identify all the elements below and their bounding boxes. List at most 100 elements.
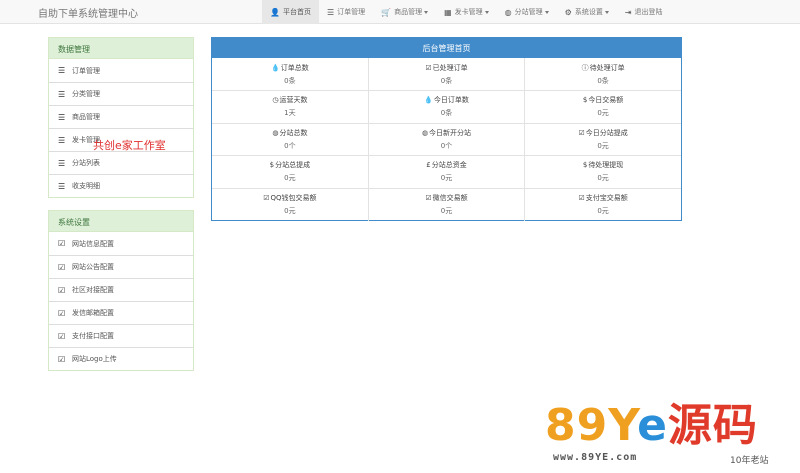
stat-label: 💧今日订单数: [369, 95, 524, 105]
check-icon: ☑: [578, 194, 585, 202]
dollar-icon: $: [582, 161, 588, 170]
list-icon: ☰: [58, 66, 66, 75]
stat-value: 0元: [597, 109, 609, 118]
stat-cell: ☑已处理订单 0条: [368, 58, 526, 91]
stat-label-text: 订单总数: [280, 63, 309, 72]
list-item[interactable]: ☑ 网站Logo上传: [49, 347, 193, 370]
checkbox-icon: ☑: [58, 354, 66, 364]
dashboard-title: 后台管理首页: [212, 38, 681, 58]
list-icon: ☰: [58, 158, 66, 168]
stat-label: $分站总提成: [212, 160, 368, 170]
stat-label-text: 分站总提成: [275, 161, 311, 170]
stat-value: 0元: [440, 174, 453, 183]
nav-item-label: 分站管理: [514, 8, 543, 16]
gear-icon: ⚙: [564, 7, 572, 17]
stat-value: 0条: [284, 76, 296, 85]
list-item[interactable]: ☑ 支付接口配置: [49, 324, 193, 347]
stat-label-text: 待处理订单: [589, 63, 625, 72]
list-item-label: 分站列表: [72, 159, 100, 167]
stat-label: ☑今日分站提成: [525, 128, 681, 138]
stat-label: ☑支付宝交易额: [525, 193, 681, 203]
data-management-panel: 数据管理 ☰ 订单管理 ☰ 分类管理 ☰ 商品管理 ☰ 发卡管理 ☰ 分站列表 ☰ 收支明细: [48, 37, 194, 198]
stat-value: 0元: [284, 207, 296, 215]
stat-value: 0元: [440, 207, 453, 215]
stat-cell: $今日交易额 0元: [524, 90, 681, 124]
stat-label-text: 今日分站提成: [585, 128, 628, 137]
stat-label-text: 今日订单数: [433, 96, 469, 105]
overlay-watermark-text: 共创e家工作室: [93, 139, 166, 152]
list-item-label: 商品管理: [72, 113, 100, 121]
stat-value: 1天: [284, 109, 296, 118]
brand-title[interactable]: 自助下单系统管理中心: [38, 5, 138, 20]
system-settings-panel: 系统设置 ☑ 网站信息配置 ☑ 网站公告配置 ☑ 社区对接配置 ☑ 发信邮箱配置 ☑ 支付接口配置…: [48, 210, 194, 371]
check-icon: ☑: [425, 63, 432, 72]
check-icon: ☑: [263, 194, 270, 202]
stat-label-text: 已处理订单: [432, 63, 468, 72]
stat-label-text: 今日新开分站: [429, 128, 472, 137]
stat-cell: ☑支付宝交易额 0元: [525, 188, 681, 221]
nav-item-3[interactable]: ▦ 发卡管理: [436, 0, 497, 24]
list-item[interactable]: ☰ 订单管理: [49, 59, 193, 82]
stat-cell: 💧今日订单数 0条: [368, 90, 526, 124]
nav-item-label: 退出登陆: [634, 8, 663, 16]
list-item[interactable]: ☑ 社区对接配置: [49, 278, 193, 301]
watermark-tag: 10年老站: [730, 456, 769, 466]
list-item[interactable]: ☰ 收支明细: [49, 174, 193, 197]
nav-item-label: 平台首页: [282, 8, 311, 16]
nav-item-6[interactable]: ⇥ 退出登陆: [617, 0, 671, 24]
table-row: ☑QQ钱包交易额 0元 ☑微信交易额 0元 ☑支付宝交易额 0元: [212, 188, 681, 221]
list-icon: ☰: [58, 89, 66, 99]
stat-cell: £分站总资金 0元: [368, 155, 526, 189]
nav-item-label: 订单管理: [337, 8, 366, 16]
stat-label: ◍分站总数: [212, 128, 368, 138]
user-icon: 👤: [270, 7, 280, 17]
list-item[interactable]: ☰ 商品管理: [49, 105, 193, 128]
stat-value: 0条: [597, 76, 609, 85]
stat-label: $待处理提现: [525, 160, 681, 170]
list-item-label: 网站Logo上传: [72, 355, 117, 363]
list-item[interactable]: ☑ 发信邮箱配置: [49, 301, 193, 324]
stat-label-text: 分站总资金: [431, 161, 467, 170]
check-icon: ☑: [425, 194, 432, 202]
stat-value: 0条: [440, 76, 453, 85]
stat-value: 0条: [440, 109, 453, 118]
stat-label-text: 微信交易额: [432, 194, 468, 202]
stat-cell: ◍分站总数 0个: [212, 123, 369, 156]
list-item[interactable]: ☰ 分站列表: [49, 151, 193, 174]
info-icon: ⓘ: [581, 63, 589, 72]
dollar-icon: $: [582, 96, 588, 105]
list-item[interactable]: ☰ 分类管理: [49, 82, 193, 105]
nav-item-0[interactable]: 👤 平台首页: [262, 0, 319, 24]
list-item[interactable]: ☑ 网站公告配置: [49, 255, 193, 278]
stat-label: £分站总资金: [369, 160, 524, 170]
list-item-label: 支付接口配置: [72, 332, 114, 340]
list-item[interactable]: ☑ 网站信息配置: [49, 232, 193, 255]
list-item-label: 网站公告配置: [72, 263, 114, 271]
stat-value: 0元: [284, 174, 296, 183]
nav-item-5[interactable]: ⚙ 系统设置: [557, 0, 617, 24]
pound-icon: £: [426, 161, 431, 170]
list-icon: ☰: [58, 112, 66, 122]
checkbox-icon: ☑: [58, 239, 66, 248]
grid-icon: ▦: [444, 7, 452, 17]
top-navbar: 自助下单系统管理中心 👤 平台首页 ☰ 订单管理 🛒 商品管理 ▦ 发卡管理 ◍ 分站管理 ⚙ 系统设…: [0, 0, 800, 24]
globe-icon: ◍: [504, 7, 512, 17]
stats-table: 💧订单总数 0条 ☑已处理订单 0条 ⓘ待处理订单 0条 ◷运营天数 1天 💧今日订单数 0条 $今…: [212, 58, 681, 221]
stat-label: ☑已处理订单: [369, 63, 524, 73]
nav-item-2[interactable]: 🛒 商品管理: [373, 0, 436, 24]
stat-cell: ◷运营天数 1天: [212, 90, 369, 124]
nav-item-label: 发卡管理: [454, 8, 483, 16]
watermark-logo: 89Ye源码: [545, 400, 758, 451]
drop-icon: 💧: [271, 63, 280, 72]
checkbox-icon: ☑: [58, 308, 66, 318]
list-icon: ☰: [326, 7, 335, 17]
list-item-label: 发信邮箱配置: [72, 309, 114, 317]
globe-icon: ◍: [272, 128, 279, 137]
nav-item-1[interactable]: ☰ 订单管理: [319, 0, 373, 24]
stat-cell: ☑今日分站提成 0元: [524, 123, 681, 156]
table-row: 💧订单总数 0条 ☑已处理订单 0条 ⓘ待处理订单 0条: [212, 58, 681, 91]
stat-cell: ⓘ待处理订单 0条: [524, 58, 681, 91]
nav-item-4[interactable]: ◍ 分站管理: [497, 0, 557, 24]
cart-icon: 🛒: [381, 7, 392, 17]
caret-down-icon: [424, 10, 429, 14]
